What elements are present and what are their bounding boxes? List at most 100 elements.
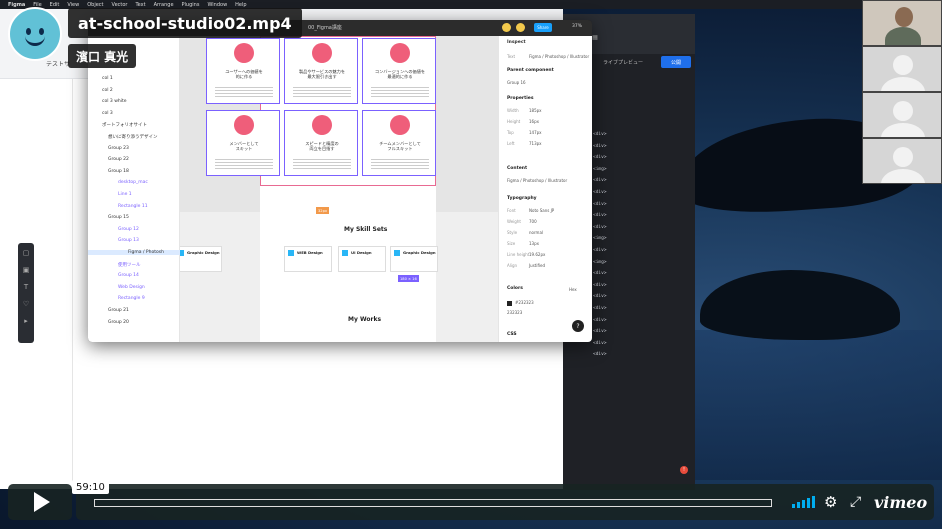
layer-item[interactable]: Group 18 [108,169,129,174]
figma-file-title[interactable]: 00_Figma講座 [308,24,342,31]
code-line[interactable]: <div> [593,132,607,137]
fullscreen-icon[interactable]: ⤢ [850,493,861,511]
person-placeholder-icon [893,101,913,121]
progress-bar[interactable] [94,499,772,507]
tab-inspect[interactable]: Inspect [507,40,526,45]
layer-item[interactable]: Rectangle 11 [118,204,148,209]
layer-item[interactable]: 使用ツール [118,262,141,268]
video-title[interactable]: at-school-studio02.mp4 [68,8,302,38]
layer-item[interactable]: col 2 [102,88,113,93]
heart-icon[interactable]: ♡ [23,300,29,308]
card-icon [312,43,332,63]
screen: Figma File Edit View Object Vector Text Arrange… [0,0,942,529]
play-small-icon[interactable]: ▸ [24,317,28,325]
skills-heading: My Skill Sets [344,226,388,233]
code-line[interactable]: <div> [593,271,607,276]
code-line[interactable]: <div> [593,341,607,346]
avatar-eye [39,28,44,35]
code-line[interactable]: <div> [593,202,607,207]
layer-item[interactable]: Group 12 [118,227,139,232]
mac-menu-item[interactable]: Figma [8,2,25,8]
layer-item[interactable]: desktop_mac [118,180,148,185]
layer-item[interactable]: Group 21 [108,308,129,313]
volume-icon[interactable] [792,493,815,511]
code-line[interactable]: <div> [593,306,607,311]
code-line[interactable]: <div> [593,283,607,288]
layer-item[interactable]: col 3 [102,111,113,116]
video-author[interactable]: 濱口 真光 [68,44,137,68]
vimeo-logo[interactable]: vimeo [874,493,927,512]
code-line[interactable]: <div> [593,144,607,149]
layer-item[interactable]: Figma / Photosh [88,250,180,255]
code-line[interactable]: <img> [593,260,607,265]
code-line[interactable]: <div> [593,155,607,160]
value-card[interactable]: 製品やサービスの魅力を 最大限引き出す [284,38,358,104]
settings-gear-icon[interactable]: ⚙ [824,493,837,511]
collaborator-avatar[interactable] [502,23,511,32]
share-button[interactable]: Share [534,23,552,32]
layer-item[interactable]: col 1 [102,76,113,81]
layer-item[interactable]: Web Design [118,285,145,290]
colors-heading: Colors [507,286,523,291]
value-card[interactable]: メンバーとして スキット [206,110,280,176]
grid-icon[interactable]: ▦ [592,34,598,41]
layer-item[interactable]: Group 23 [108,146,129,151]
value-card[interactable]: コンバージョンへの価値を 最適的に作る [362,38,436,104]
layer-item[interactable]: Group 15 [108,215,129,220]
code-line[interactable]: <div> [593,352,607,357]
mac-menu-item[interactable]: Text [135,2,145,8]
layer-item[interactable]: Group 13 [118,238,139,243]
property-row: Width 185px [507,108,542,113]
mac-menu-item[interactable]: Window [207,2,227,8]
skill-card[interactable]: Graphic Design [390,246,438,272]
layer-item[interactable]: col 3 white [102,99,127,104]
image-tool-icon[interactable]: ▣ [23,266,30,274]
layer-item[interactable]: Group 14 [118,273,139,278]
live-preview-label[interactable]: ライブプレビュー [603,59,643,66]
webcam-presenter [862,0,942,46]
parent-value[interactable]: Group 16 [507,80,526,85]
mac-menu-item[interactable]: Plugins [182,2,200,8]
card-text: スピードと精度の 両立を目指す [305,141,339,152]
code-line[interactable]: <div> [593,225,607,230]
skill-card[interactable]: Graphic Design [180,246,222,272]
mac-menu-item[interactable]: Help [235,2,246,8]
code-line[interactable]: <div> [593,248,607,253]
skill-card[interactable]: WEB Design [284,246,332,272]
zoom-level[interactable]: 37% [572,24,582,29]
color-format[interactable]: Hex [569,287,577,292]
layer-item[interactable]: ポートフォリオサイト [102,122,147,128]
mac-menu-item[interactable]: Object [87,2,103,8]
skill-card[interactable]: UI Design [338,246,386,272]
frame-tool-icon[interactable]: ▢ [23,249,30,257]
mac-menu-item[interactable]: Edit [50,2,60,8]
figma-canvas[interactable]: ユーザーへの価値を 的に作る 製品やサービスの魅力を 最大限引き出す コンバージョン… [180,36,498,342]
code-line[interactable]: <img> [593,167,607,172]
code-line[interactable]: <div> [593,294,607,299]
layer-item[interactable]: Group 20 [108,320,129,325]
color-value[interactable]: #232323 [507,300,534,306]
card-body-lines [293,159,351,169]
mac-menu-item[interactable]: Vector [112,2,128,8]
code-line[interactable]: <img> [593,236,607,241]
layer-item[interactable]: Line 1 [118,192,132,197]
play-button[interactable] [8,484,72,520]
publish-button[interactable]: 公開 [661,56,691,68]
mac-menu-item[interactable]: Arrange [154,2,174,8]
value-card[interactable]: ユーザーへの価値を 的に作る [206,38,280,104]
code-line[interactable]: <div> [593,178,607,183]
layer-item[interactable]: Rectangle 9 [118,296,145,301]
uploader-avatar[interactable] [8,7,62,61]
text-tool-icon[interactable]: T [24,283,28,291]
code-line[interactable]: <div> [593,329,607,334]
layer-item[interactable]: 想いに寄り添うデザイン [108,134,158,140]
mac-menu-item[interactable]: View [67,2,79,8]
code-line[interactable]: <div> [593,213,607,218]
value-card[interactable]: チームメンバーとして フルスキット [362,110,436,176]
help-button[interactable]: ? [572,320,584,332]
value-card[interactable]: スピードと精度の 両立を目指す [284,110,358,176]
code-line[interactable]: <div> [593,318,607,323]
collaborator-avatar[interactable] [516,23,525,32]
layer-item[interactable]: Group 22 [108,157,129,162]
code-line[interactable]: <div> [593,190,607,195]
